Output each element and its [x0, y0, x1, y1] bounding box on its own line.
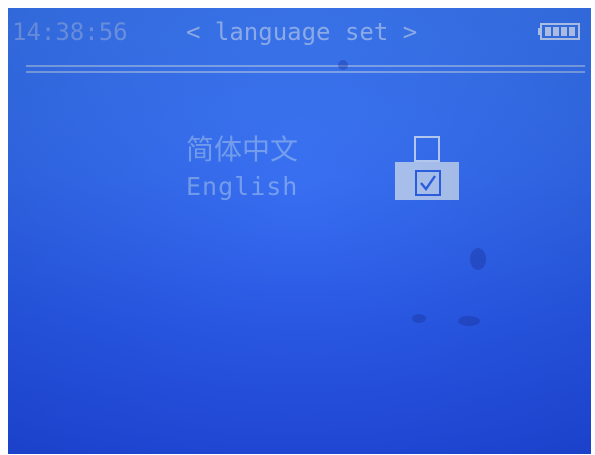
header-divider-top — [26, 65, 585, 67]
screen-smudge — [338, 60, 348, 70]
header-divider-bottom — [26, 71, 585, 73]
language-option-chinese[interactable]: 简体中文 — [186, 128, 298, 168]
device-frame: 14:38:56 < language set > 简体中文 English — [0, 0, 595, 455]
screen-smudge — [412, 314, 426, 323]
screen-smudge — [470, 248, 486, 270]
checkbox-empty-icon[interactable] — [414, 136, 440, 162]
page-title: < language set > — [186, 18, 418, 46]
screen-smudge — [458, 316, 480, 326]
lcd-screen: 14:38:56 < language set > 简体中文 English — [8, 8, 591, 454]
clock: 14:38:56 — [12, 18, 128, 46]
checkbox-checked-icon[interactable] — [415, 170, 441, 196]
battery-full-icon — [538, 23, 580, 40]
language-option-english[interactable]: English — [186, 172, 298, 201]
checkmark-icon — [420, 175, 436, 191]
